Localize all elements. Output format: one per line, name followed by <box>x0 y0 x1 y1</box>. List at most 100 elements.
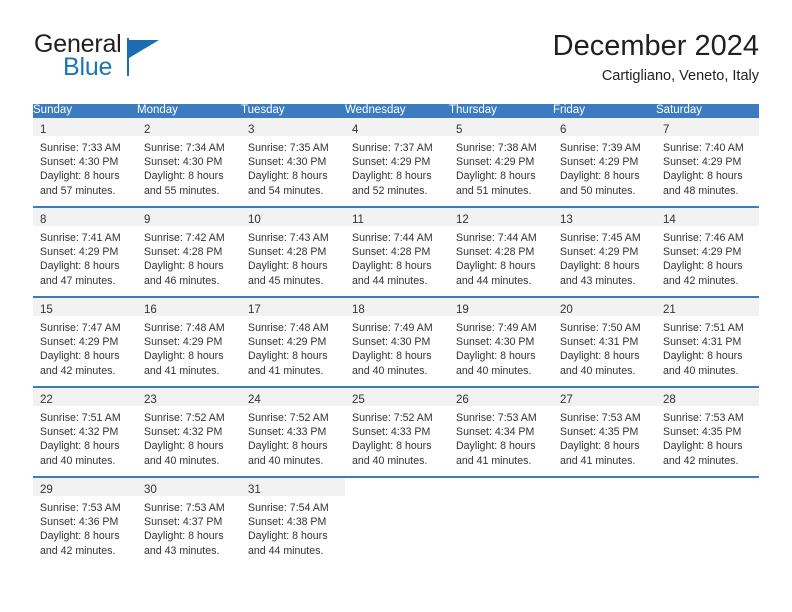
calendar-day-cell[interactable]: 18 Sunrise: 7:49 AM Sunset: 4:30 PM Dayligh… <box>345 296 449 387</box>
calendar-day-cell[interactable]: 8 Sunrise: 7:41 AM Sunset: 4:29 PM Daylight… <box>33 206 137 297</box>
day-cell-inner: 8 Sunrise: 7:41 AM Sunset: 4:29 PM Daylight… <box>33 208 137 296</box>
calendar-day-cell[interactable]: 25 Sunrise: 7:52 AM Sunset: 4:33 PM Dayligh… <box>345 386 449 477</box>
calendar-day-cell[interactable]: 2 Sunrise: 7:34 AM Sunset: 4:30 PM Daylight… <box>137 116 241 207</box>
calendar-week-row: 15 Sunrise: 7:47 AM Sunset: 4:29 PM Dayligh… <box>33 296 759 387</box>
calendar-day-cell[interactable]: 20 Sunrise: 7:50 AM Sunset: 4:31 PM Dayligh… <box>553 296 656 387</box>
day-number-band: 18 <box>345 298 449 316</box>
day-cell-body: Sunrise: 7:51 AM Sunset: 4:32 PM Daylight:… <box>33 406 137 468</box>
day-cell-inner: 1 Sunrise: 7:33 AM Sunset: 4:30 PM Daylight… <box>33 118 137 206</box>
day-number-band: 28 <box>656 388 759 406</box>
day-cell-inner: 18 Sunrise: 7:49 AM Sunset: 4:30 PM Dayligh… <box>345 298 449 386</box>
calendar-day-cell[interactable]: 26 Sunrise: 7:53 AM Sunset: 4:34 PM Dayligh… <box>449 386 553 477</box>
calendar-day-cell[interactable]: 5 Sunrise: 7:38 AM Sunset: 4:29 PM Daylight… <box>449 116 553 207</box>
sunset-text: Sunset: 4:29 PM <box>560 246 639 259</box>
calendar-day-cell[interactable]: 23 Sunrise: 7:52 AM Sunset: 4:32 PM Dayligh… <box>137 386 241 477</box>
day-number-band: 12 <box>449 208 553 226</box>
calendar-day-cell[interactable]: 3 Sunrise: 7:35 AM Sunset: 4:30 PM Daylight… <box>241 116 345 207</box>
daylight-text-line2: and 48 minutes. <box>663 184 739 197</box>
calendar-day-cell[interactable]: 15 Sunrise: 7:47 AM Sunset: 4:29 PM Dayligh… <box>33 296 137 387</box>
daylight-text-line1: Daylight: 8 hours <box>144 260 224 273</box>
day-number-band: 3 <box>241 118 345 136</box>
day-number: 10 <box>248 214 261 226</box>
day-number-band <box>345 478 449 496</box>
calendar-day-cell[interactable]: 11 Sunrise: 7:44 AM Sunset: 4:28 PM Dayligh… <box>345 206 449 297</box>
calendar-day-cell[interactable]: 13 Sunrise: 7:45 AM Sunset: 4:29 PM Dayligh… <box>553 206 656 297</box>
day-cell-inner: 31 Sunrise: 7:54 AM Sunset: 4:38 PM Dayligh… <box>241 478 345 566</box>
weekday-header-thursday: Thursday <box>449 104 553 117</box>
sunrise-text: Sunrise: 7:53 AM <box>663 412 744 424</box>
calendar-day-cell[interactable]: 30 Sunrise: 7:53 AM Sunset: 4:37 PM Dayligh… <box>137 476 241 566</box>
daylight-text-line1: Daylight: 8 hours <box>352 260 432 273</box>
day-cell-inner: 21 Sunrise: 7:51 AM Sunset: 4:31 PM Dayligh… <box>656 298 759 386</box>
sunrise-text: Sunrise: 7:41 AM <box>40 232 121 244</box>
calendar-day-cell[interactable]: 1 Sunrise: 7:33 AM Sunset: 4:30 PM Daylight… <box>33 116 137 207</box>
calendar-day-cell[interactable]: 21 Sunrise: 7:51 AM Sunset: 4:31 PM Dayligh… <box>656 296 759 387</box>
sunrise-text: Sunrise: 7:45 AM <box>560 232 641 244</box>
day-number-band: 22 <box>33 388 137 406</box>
day-cell-inner: 2 Sunrise: 7:34 AM Sunset: 4:30 PM Daylight… <box>137 118 241 206</box>
calendar-day-cell[interactable]: 24 Sunrise: 7:52 AM Sunset: 4:33 PM Dayligh… <box>241 386 345 477</box>
day-number: 20 <box>560 304 573 316</box>
day-cell-body: Sunrise: 7:47 AM Sunset: 4:29 PM Daylight:… <box>33 316 137 378</box>
calendar-day-cell[interactable]: 27 Sunrise: 7:53 AM Sunset: 4:35 PM Dayligh… <box>553 386 656 477</box>
daylight-text-line1: Daylight: 8 hours <box>456 350 536 363</box>
calendar-day-cell[interactable]: 16 Sunrise: 7:48 AM Sunset: 4:29 PM Dayligh… <box>137 296 241 387</box>
weekday-header-monday: Monday <box>137 104 241 117</box>
sunset-text: Sunset: 4:29 PM <box>248 336 327 349</box>
day-number-band: 15 <box>33 298 137 316</box>
day-cell-body: Sunrise: 7:37 AM Sunset: 4:29 PM Daylight:… <box>345 136 449 198</box>
daylight-text-line2: and 45 minutes. <box>248 274 324 287</box>
day-number: 18 <box>352 304 365 316</box>
day-number: 27 <box>560 394 573 406</box>
sunrise-text: Sunrise: 7:34 AM <box>144 142 225 154</box>
calendar-day-cell-empty <box>553 476 656 566</box>
calendar-day-cell[interactable]: 4 Sunrise: 7:37 AM Sunset: 4:29 PM Daylight… <box>345 116 449 207</box>
calendar-day-cell[interactable]: 7 Sunrise: 7:40 AM Sunset: 4:29 PM Daylight… <box>656 116 759 207</box>
calendar-day-cell[interactable]: 12 Sunrise: 7:44 AM Sunset: 4:28 PM Dayligh… <box>449 206 553 297</box>
calendar-day-cell[interactable]: 10 Sunrise: 7:43 AM Sunset: 4:28 PM Dayligh… <box>241 206 345 297</box>
sunrise-sunset-calendar: Sunday Monday Tuesday Wednesday Thursday… <box>33 104 759 566</box>
day-cell-body: Sunrise: 7:48 AM Sunset: 4:29 PM Daylight:… <box>137 316 241 378</box>
day-cell-inner: 4 Sunrise: 7:37 AM Sunset: 4:29 PM Daylight… <box>345 118 449 206</box>
day-number: 13 <box>560 214 573 226</box>
day-number-band: 23 <box>137 388 241 406</box>
calendar-day-cell[interactable]: 22 Sunrise: 7:51 AM Sunset: 4:32 PM Dayligh… <box>33 386 137 477</box>
daylight-text-line2: and 40 minutes. <box>560 364 636 377</box>
daylight-text-line1: Daylight: 8 hours <box>248 350 328 363</box>
daylight-text-line1: Daylight: 8 hours <box>144 530 224 543</box>
calendar-day-cell[interactable]: 28 Sunrise: 7:53 AM Sunset: 4:35 PM Dayligh… <box>656 386 759 477</box>
daylight-text-line2: and 42 minutes. <box>40 364 116 377</box>
day-number: 30 <box>144 484 157 496</box>
day-cell-body: Sunrise: 7:39 AM Sunset: 4:29 PM Daylight:… <box>553 136 656 198</box>
daylight-text-line1: Daylight: 8 hours <box>248 440 328 453</box>
daylight-text-line2: and 50 minutes. <box>560 184 636 197</box>
day-number: 6 <box>560 124 567 136</box>
calendar-day-cell[interactable]: 9 Sunrise: 7:42 AM Sunset: 4:28 PM Daylight… <box>137 206 241 297</box>
daylight-text-line2: and 47 minutes. <box>40 274 116 287</box>
calendar-day-cell[interactable]: 29 Sunrise: 7:53 AM Sunset: 4:36 PM Dayligh… <box>33 476 137 566</box>
calendar-day-cell[interactable]: 17 Sunrise: 7:48 AM Sunset: 4:29 PM Dayligh… <box>241 296 345 387</box>
triangle-flag-icon <box>129 40 159 58</box>
calendar-day-cell[interactable]: 14 Sunrise: 7:46 AM Sunset: 4:29 PM Dayligh… <box>656 206 759 297</box>
daylight-text-line2: and 52 minutes. <box>352 184 428 197</box>
day-cell-inner <box>553 478 656 566</box>
calendar-day-cell[interactable]: 6 Sunrise: 7:39 AM Sunset: 4:29 PM Daylight… <box>553 116 656 207</box>
day-cell-inner: 20 Sunrise: 7:50 AM Sunset: 4:31 PM Dayligh… <box>553 298 656 386</box>
day-cell-body: Sunrise: 7:35 AM Sunset: 4:30 PM Daylight:… <box>241 136 345 198</box>
sunrise-text: Sunrise: 7:40 AM <box>663 142 744 154</box>
day-number: 31 <box>248 484 261 496</box>
day-number-band <box>553 478 656 496</box>
brand-logo[interactable]: General Blue <box>33 28 293 90</box>
daylight-text-line1: Daylight: 8 hours <box>560 440 640 453</box>
sunrise-text: Sunrise: 7:44 AM <box>456 232 537 244</box>
day-cell-body: Sunrise: 7:50 AM Sunset: 4:31 PM Daylight:… <box>553 316 656 378</box>
daylight-text-line1: Daylight: 8 hours <box>248 530 328 543</box>
sunrise-text: Sunrise: 7:52 AM <box>248 412 329 424</box>
calendar-day-cell[interactable]: 31 Sunrise: 7:54 AM Sunset: 4:38 PM Dayligh… <box>241 476 345 566</box>
calendar-week-row: 22 Sunrise: 7:51 AM Sunset: 4:32 PM Dayligh… <box>33 386 759 477</box>
day-number-band: 25 <box>345 388 449 406</box>
weekday-header-saturday: Saturday <box>656 104 759 117</box>
calendar-day-cell[interactable]: 19 Sunrise: 7:49 AM Sunset: 4:30 PM Dayligh… <box>449 296 553 387</box>
sunrise-text: Sunrise: 7:33 AM <box>40 142 121 154</box>
day-cell-body: Sunrise: 7:48 AM Sunset: 4:29 PM Daylight:… <box>241 316 345 378</box>
